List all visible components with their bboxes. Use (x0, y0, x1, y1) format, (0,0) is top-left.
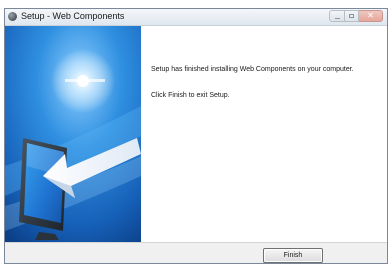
button-bar: Finish (5, 242, 387, 263)
caption-buttons: ✕ (329, 10, 383, 23)
close-icon: ✕ (367, 11, 374, 20)
completion-message: Setup has finished installing Web Compon… (151, 66, 354, 73)
minimize-icon (334, 17, 340, 19)
close-button[interactable]: ✕ (359, 10, 383, 22)
content-area: Setup has finished installing Web Compon… (141, 26, 387, 242)
setup-globe-icon[interactable] (8, 12, 17, 21)
exit-instruction: Click Finish to exit Setup. (151, 92, 230, 99)
maximize-icon (349, 14, 354, 18)
monitor-arrow-graphic (5, 26, 141, 242)
setup-window: Setup - Web Components ✕ Setup has finis… (4, 8, 388, 264)
window-title: Setup - Web Components (21, 11, 125, 21)
wizard-side-image (5, 26, 141, 242)
finish-button[interactable]: Finish (263, 248, 323, 263)
title-bar[interactable]: Setup - Web Components ✕ (5, 9, 387, 26)
maximize-button[interactable] (345, 10, 359, 22)
minimize-button[interactable] (329, 10, 345, 22)
